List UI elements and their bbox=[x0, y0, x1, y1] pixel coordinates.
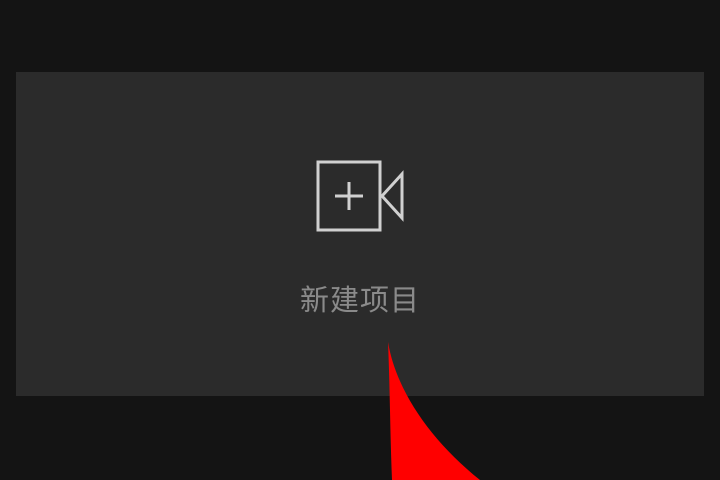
app-screen: 新建项目 bbox=[0, 0, 720, 480]
new-project-label: 新建项目 bbox=[299, 283, 420, 317]
new-project-button[interactable] bbox=[16, 72, 704, 396]
video-camera-plus-icon bbox=[316, 160, 406, 232]
